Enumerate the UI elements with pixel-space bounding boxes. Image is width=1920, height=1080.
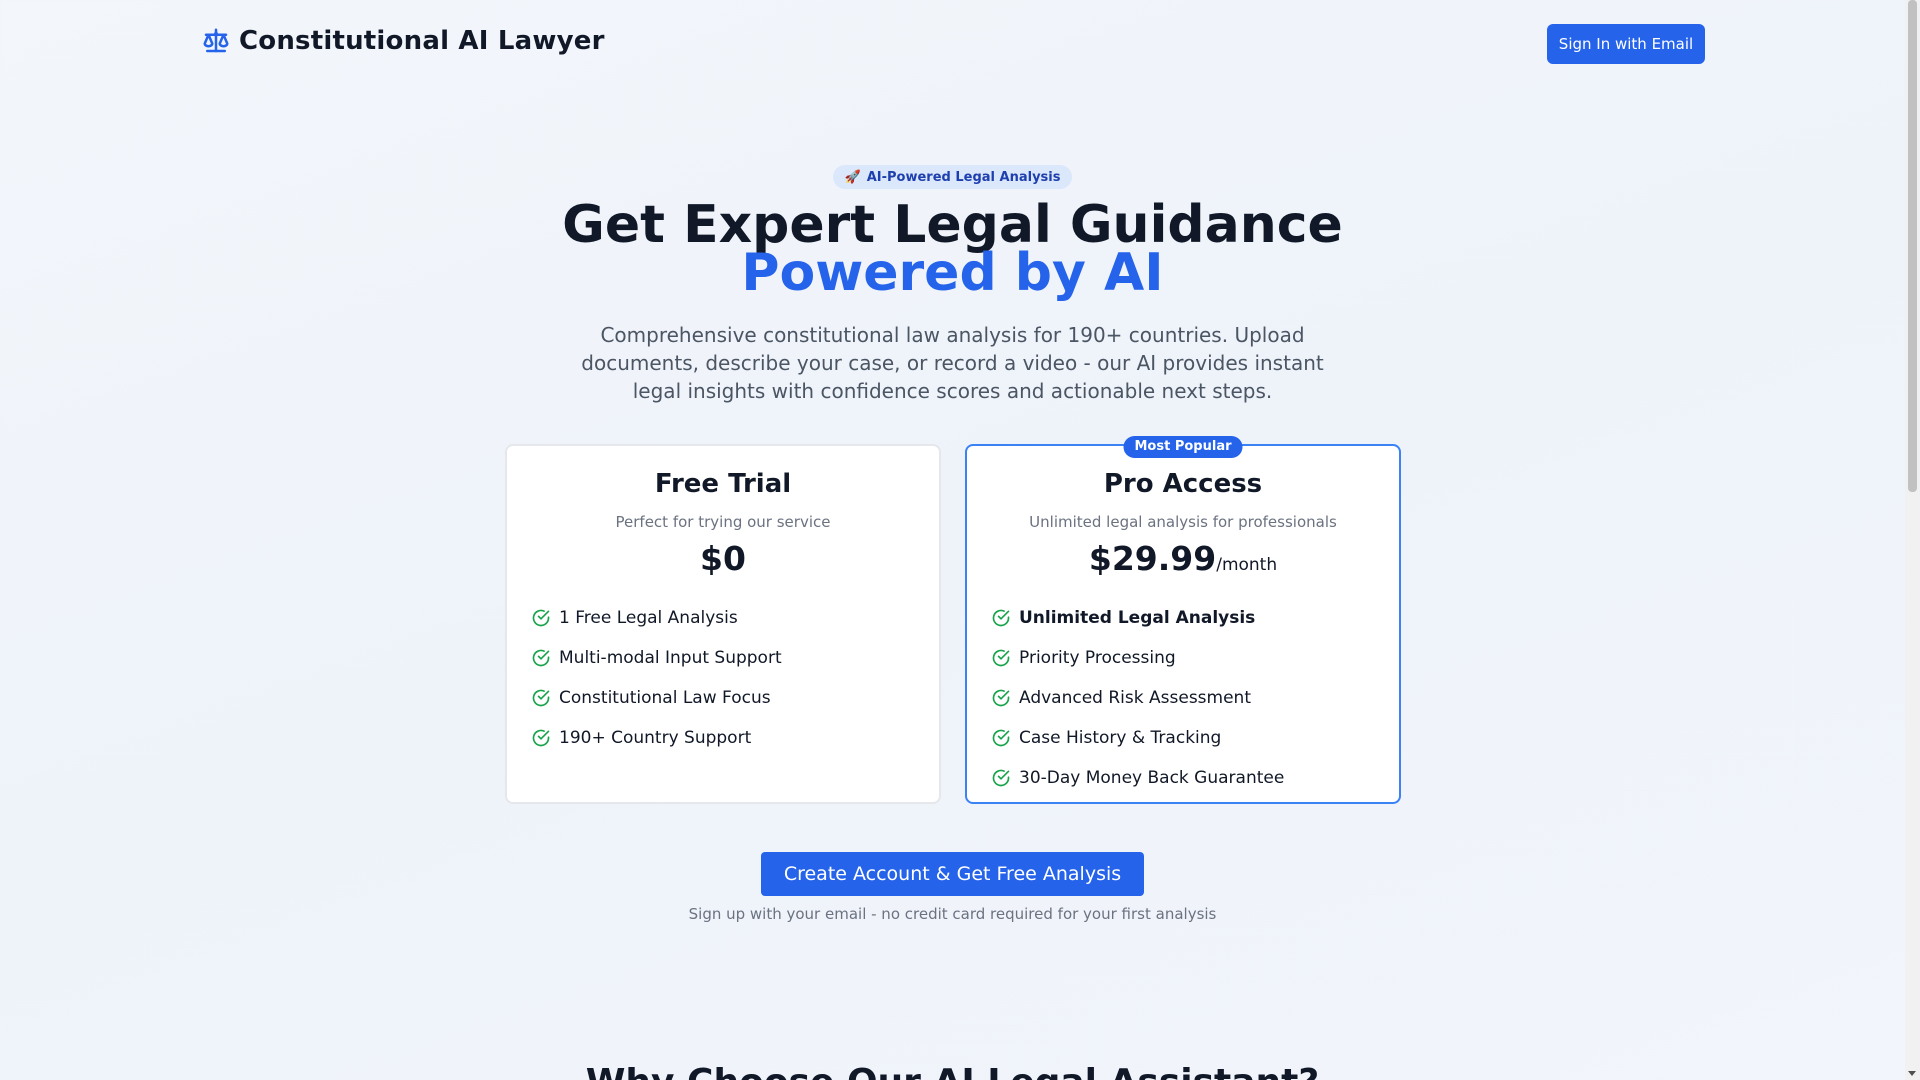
- feature-item: 30-Day Money Back Guarantee: [991, 758, 1399, 798]
- plan-description: Unlimited legal analysis for professiona…: [1029, 513, 1337, 531]
- plan-name: Pro Access: [1103, 469, 1263, 499]
- plan-description: Perfect for trying our service: [615, 513, 831, 531]
- check-circle-icon: [532, 729, 550, 747]
- page-scrollbar[interactable]: [1905, 0, 1920, 1080]
- free-plan-card[interactable]: Free Trial Perfect for trying our servic…: [505, 444, 941, 804]
- feature-item: Constitutional Law Focus: [531, 678, 939, 718]
- hero-subtitle: Comprehensive constitutional law analysi…: [581, 323, 1324, 403]
- feature-item: Advanced Risk Assessment: [991, 678, 1399, 718]
- feature-item: Priority Processing: [991, 638, 1399, 678]
- hero-headline: Get Expert Legal Guidance Powered by AI: [0, 199, 1905, 303]
- scrollbar-thumb[interactable]: [1908, 0, 1917, 492]
- feature-list: 1 Free Legal Analysis Multi-modal Input …: [507, 598, 939, 758]
- check-circle-icon: [992, 649, 1010, 667]
- feature-list: Unlimited Legal Analysis Priority Proces…: [967, 598, 1399, 798]
- hero-section: 🚀 AI-Powered Legal Analysis Get Expert L…: [0, 165, 1905, 405]
- brand[interactable]: Constitutional AI Lawyer: [201, 26, 605, 56]
- headline-line-2: Powered by AI: [741, 243, 1164, 303]
- brand-title: Constitutional AI Lawyer: [239, 26, 605, 56]
- sign-in-button[interactable]: Sign In with Email: [1547, 24, 1705, 64]
- most-popular-badge: Most Popular: [1123, 436, 1243, 458]
- feature-item: Case History & Tracking: [991, 718, 1399, 758]
- cta-note: Sign up with your email - no credit card…: [688, 905, 1217, 923]
- create-account-button[interactable]: Create Account & Get Free Analysis: [761, 852, 1144, 896]
- scale-icon: [203, 28, 229, 53]
- plan-name: Free Trial: [654, 469, 792, 499]
- plan-price-period: /month: [1216, 555, 1278, 575]
- plan-price-amount: $29.99: [1088, 539, 1217, 578]
- plan-price: $0: [700, 539, 746, 578]
- feature-item: Unlimited Legal Analysis: [991, 598, 1399, 638]
- check-circle-icon: [532, 689, 550, 707]
- section-title: Why Choose Our AI Legal Assistant?: [0, 1062, 1905, 1080]
- pro-plan-card[interactable]: Most Popular Pro Access Unlimited legal …: [965, 436, 1401, 804]
- scroll-down-arrow-icon[interactable]: [1908, 1071, 1916, 1076]
- check-circle-icon: [992, 729, 1010, 747]
- site-header: Constitutional AI Lawyer Sign In with Em…: [0, 0, 1905, 88]
- check-circle-icon: [992, 769, 1010, 787]
- ai-badge-label: AI-Powered Legal Analysis: [866, 169, 1061, 185]
- check-circle-icon: [992, 609, 1010, 627]
- feature-item: 1 Free Legal Analysis: [531, 598, 939, 638]
- rocket-icon: 🚀: [844, 169, 861, 185]
- feature-item: Multi-modal Input Support: [531, 638, 939, 678]
- check-circle-icon: [992, 689, 1010, 707]
- ai-badge: 🚀 AI-Powered Legal Analysis: [832, 165, 1073, 189]
- feature-item: 190+ Country Support: [531, 718, 939, 758]
- check-circle-icon: [532, 649, 550, 667]
- plan-price: $29.99/month: [967, 539, 1399, 578]
- check-circle-icon: [532, 609, 550, 627]
